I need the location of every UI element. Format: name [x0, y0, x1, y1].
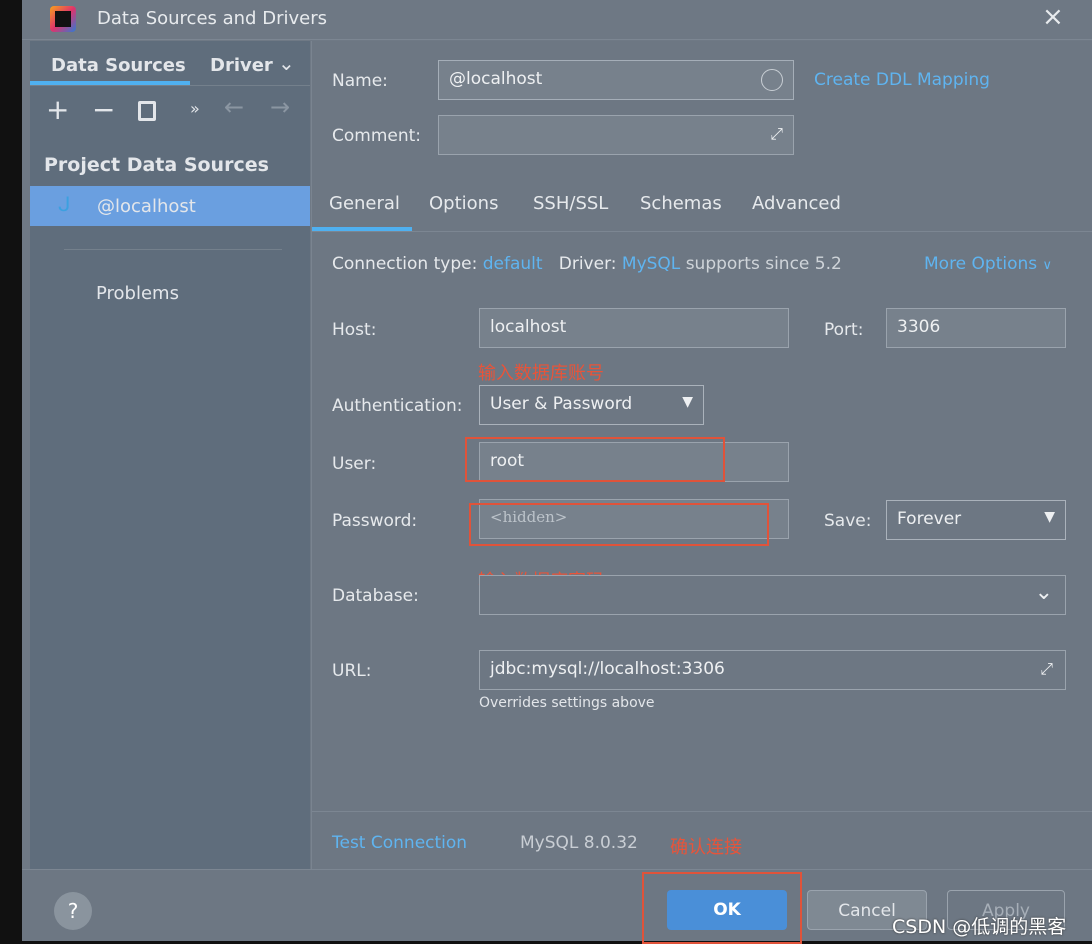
tab-data-sources[interactable]: Data Sources	[51, 55, 186, 76]
name-input[interactable]: @localhost	[438, 60, 794, 100]
ok-button[interactable]: OK	[667, 890, 787, 930]
section-title: Project Data Sources	[44, 154, 269, 176]
host-input[interactable]: localhost	[479, 308, 789, 348]
driver-link[interactable]: MySQL	[622, 254, 680, 274]
password-label: Password:	[332, 511, 418, 531]
watermark: CSDN @低调的黑客	[892, 916, 1067, 938]
close-icon[interactable]: ×	[1042, 2, 1064, 32]
more-options-label: More Options	[924, 254, 1038, 274]
intellij-logo-icon	[50, 6, 76, 32]
url-value: jdbc:mysql://localhost:3306	[490, 659, 725, 679]
list-item-localhost[interactable]: ᒍ @localhost	[30, 186, 310, 226]
password-highlight-box	[469, 503, 769, 546]
color-circle-icon[interactable]	[761, 69, 783, 91]
expand-icon[interactable]: ⤢	[770, 124, 783, 144]
sidebar: Data Sources Driver ⌄ + − » ← → Project …	[30, 41, 310, 869]
conn-type-label: Connection type:	[332, 254, 478, 274]
host-label: Host:	[332, 320, 377, 340]
footer: ? OK Cancel Apply CSDN @低调的黑客	[22, 869, 1092, 944]
user-label: User:	[332, 454, 377, 474]
url-label: URL:	[332, 661, 372, 681]
port-label: Port:	[824, 320, 864, 340]
conn-type-link[interactable]: default	[483, 254, 543, 274]
problems-item[interactable]: Problems	[96, 283, 179, 304]
main-panel: Name: @localhost Create DDL Mapping Comm…	[311, 41, 1092, 869]
mysql-icon: ᒍ	[58, 192, 71, 216]
chevron-down-icon: ⌄	[1034, 580, 1053, 605]
driver-label: Driver:	[558, 254, 617, 274]
url-hint: Overrides settings above	[479, 695, 655, 711]
ok-annotation: 确认连接	[670, 837, 742, 858]
more-options-link[interactable]: More Options ∨	[924, 254, 1052, 274]
comment-label: Comment:	[332, 126, 422, 146]
tab-options[interactable]: Options	[429, 193, 498, 214]
driver-note: supports since 5.2	[685, 254, 842, 274]
forward-icon[interactable]: →	[270, 93, 290, 121]
connection-info: Connection type: default Driver: MySQL s…	[332, 254, 842, 274]
auth-value: User & Password	[490, 394, 633, 414]
tab-ssh-ssl[interactable]: SSH/SSL	[533, 193, 608, 214]
tab-advanced[interactable]: Advanced	[752, 193, 841, 214]
title-bar: Data Sources and Drivers ×	[22, 0, 1092, 40]
auth-select[interactable]: User & Password ▼	[479, 385, 704, 425]
database-select[interactable]: ⌄	[479, 575, 1066, 615]
dropdown-arrow-icon: ▼	[682, 394, 693, 410]
tab-general[interactable]: General	[329, 193, 400, 214]
save-label: Save:	[824, 511, 872, 531]
create-ddl-mapping-link[interactable]: Create DDL Mapping	[814, 70, 990, 90]
list-item-label: @localhost	[97, 196, 196, 217]
save-select[interactable]: Forever ▼	[886, 500, 1066, 540]
database-label: Database:	[332, 586, 419, 606]
expand-icon[interactable]: ⤢	[1040, 659, 1053, 679]
user-highlight-box	[465, 437, 725, 482]
user-annotation: 输入数据库账号	[478, 363, 604, 384]
auth-label: Authentication:	[332, 396, 463, 416]
chevron-down-icon[interactable]: ⌄	[278, 51, 295, 75]
data-sources-dialog: Data Sources and Drivers × Data Sources …	[22, 0, 1092, 944]
back-icon[interactable]: ←	[224, 93, 244, 121]
duplicate-icon[interactable]	[138, 101, 156, 121]
test-connection-link[interactable]: Test Connection	[332, 833, 467, 853]
comment-input[interactable]: ⤢	[438, 115, 794, 155]
mysql-version: MySQL 8.0.32	[520, 833, 638, 853]
name-label: Name:	[332, 71, 388, 91]
url-input[interactable]: jdbc:mysql://localhost:3306 ⤢	[479, 650, 1066, 690]
help-button[interactable]: ?	[54, 892, 92, 930]
name-value: @localhost	[449, 69, 543, 89]
more-icon[interactable]: »	[190, 99, 200, 118]
dropdown-arrow-icon: ▼	[1044, 509, 1055, 525]
chevron-down-icon: ∨	[1042, 258, 1053, 273]
tab-drivers[interactable]: Driver	[210, 55, 273, 76]
port-input[interactable]: 3306	[886, 308, 1066, 348]
window-title: Data Sources and Drivers	[97, 8, 327, 29]
save-value: Forever	[897, 509, 962, 529]
tab-schemas[interactable]: Schemas	[640, 193, 722, 214]
remove-icon[interactable]: −	[92, 93, 115, 126]
add-icon[interactable]: +	[46, 93, 69, 126]
